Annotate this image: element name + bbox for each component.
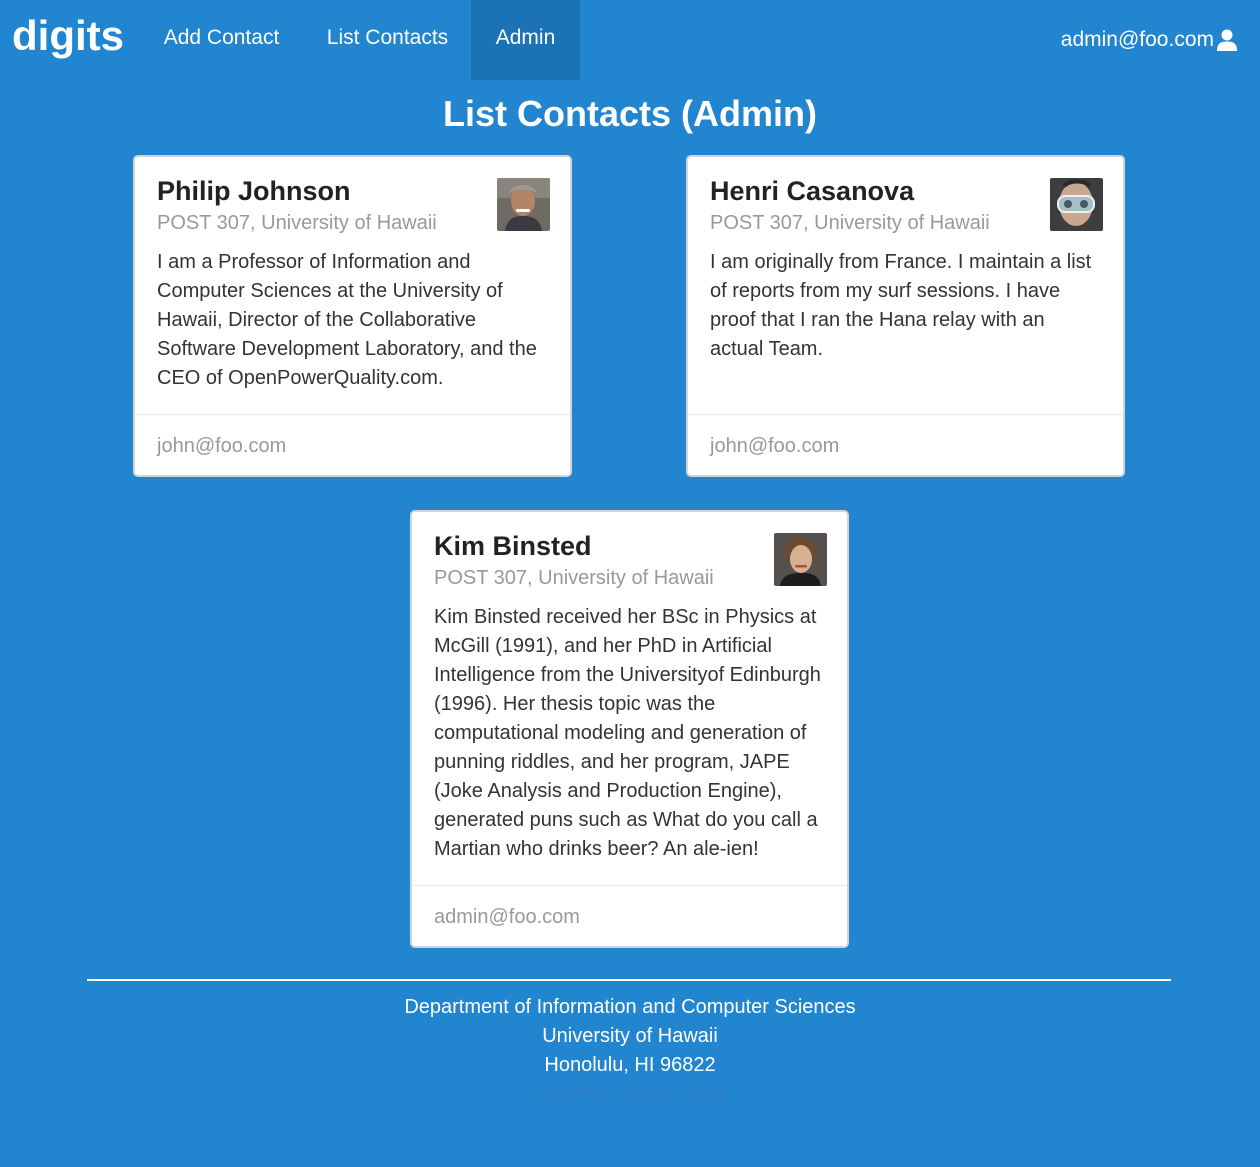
contact-description: Kim Binsted received her BSc in Physics … xyxy=(434,606,821,860)
contact-owner: john@foo.com xyxy=(710,435,840,457)
contact-address: POST 307, University of Hawaii xyxy=(434,567,714,589)
contact-address: POST 307, University of Hawaii xyxy=(710,212,990,234)
card-divider xyxy=(688,414,1123,415)
card-divider xyxy=(412,885,847,886)
user-dropdown[interactable]: admin@foo.com xyxy=(1061,0,1238,80)
contact-name: Kim Binsted xyxy=(434,531,592,561)
brand-logo[interactable]: digits xyxy=(12,10,124,62)
card-content: Henri Casanova POST 307, University of H… xyxy=(710,175,1101,364)
card-content: Kim Binsted POST 307, University of Hawa… xyxy=(434,530,825,864)
contact-description: I am originally from France. I maintain … xyxy=(710,251,1092,360)
user-email: admin@foo.com xyxy=(1060,28,1214,51)
user-icon xyxy=(1216,29,1238,51)
footer-home-link[interactable]: Template Home Page xyxy=(0,1080,1260,1109)
footer: Department of Information and Computer S… xyxy=(0,993,1260,1109)
nav-admin[interactable]: Admin xyxy=(471,0,580,80)
contact-name: Henri Casanova xyxy=(710,176,915,206)
nav-add-contact[interactable]: Add Contact xyxy=(140,0,303,80)
footer-address: Honolulu, HI 96822 xyxy=(544,1054,716,1076)
contact-card: Philip Johnson POST 307, University of H… xyxy=(133,155,572,477)
card-content: Philip Johnson POST 307, University of H… xyxy=(157,175,548,393)
footer-department: Department of Information and Computer S… xyxy=(404,996,856,1018)
contact-owner: admin@foo.com xyxy=(434,906,580,928)
contact-name: Philip Johnson xyxy=(157,176,351,206)
nav-list-contacts[interactable]: List Contacts xyxy=(304,0,471,80)
card-divider xyxy=(135,414,570,415)
contact-card: Henri Casanova POST 307, University of H… xyxy=(686,155,1125,477)
contact-owner: john@foo.com xyxy=(157,435,287,457)
page-title: List Contacts (Admin) xyxy=(443,93,817,134)
contact-description: I am a Professor of Information and Comp… xyxy=(157,251,537,389)
footer-university: University of Hawaii xyxy=(542,1025,718,1047)
footer-divider xyxy=(87,979,1171,981)
contact-address: POST 307, University of Hawaii xyxy=(157,212,437,234)
contact-card: Kim Binsted POST 307, University of Hawa… xyxy=(410,510,849,948)
top-navbar: digits Add Contact List Contacts Admin a… xyxy=(0,0,1260,80)
